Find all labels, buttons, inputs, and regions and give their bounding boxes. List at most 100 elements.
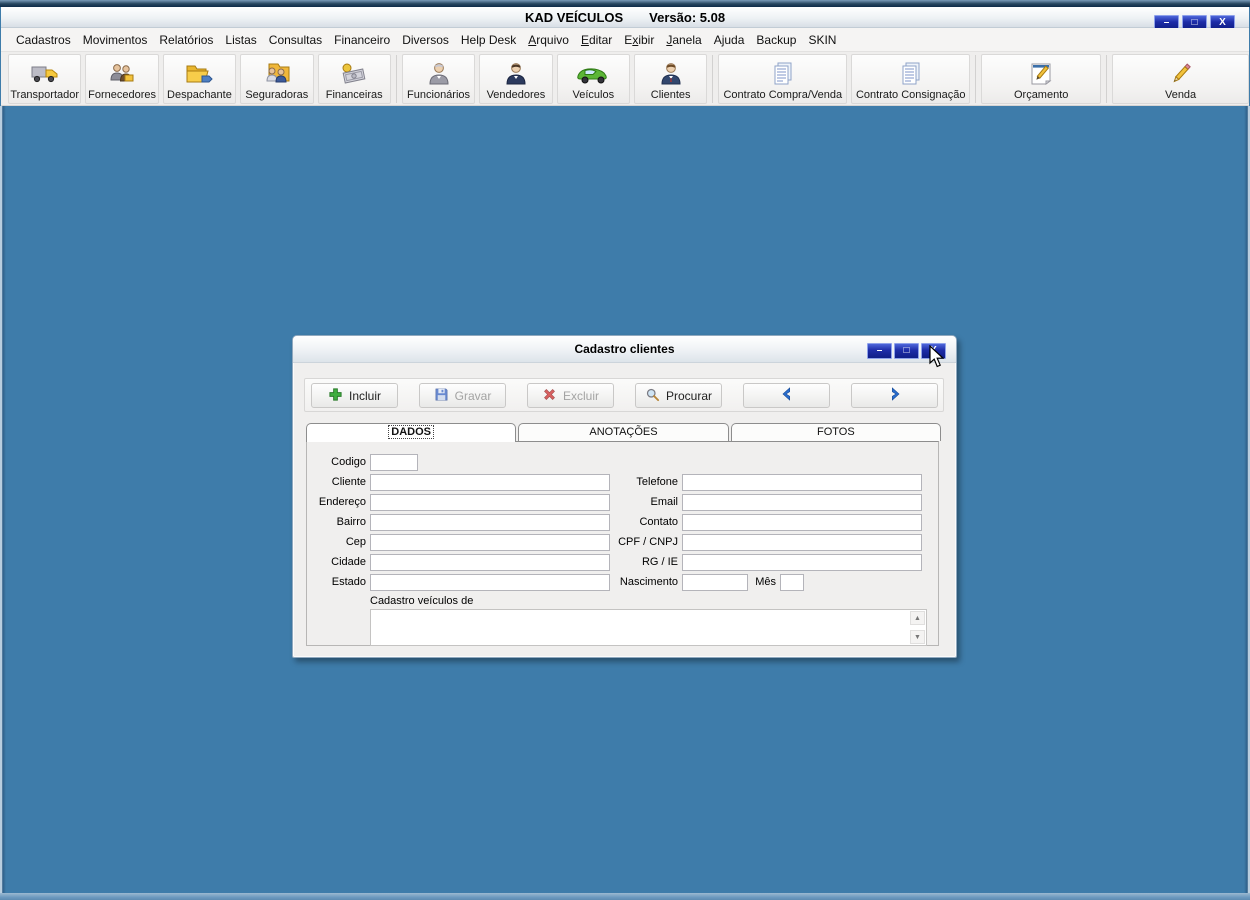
toolbar-label: Funcionários xyxy=(407,88,471,101)
nascimento-label: Nascimento xyxy=(619,576,678,588)
scroll-down-icon[interactable]: ▼ xyxy=(910,630,925,644)
estado-field[interactable] xyxy=(370,574,610,591)
mes-field[interactable] xyxy=(780,574,804,591)
rg-ie-label: RG / IE xyxy=(641,556,678,568)
dialog-close-button[interactable]: X xyxy=(921,343,946,359)
toolbar-button-veiculos[interactable]: Veículos xyxy=(556,53,630,104)
menu-item-relatorios[interactable]: Relatórios xyxy=(153,28,219,52)
toolbar-button-contrato-consignacao[interactable]: Contrato Consignação xyxy=(851,53,971,104)
dialog-toolbar: Incluir Gravar Excluir Procurar xyxy=(304,378,944,412)
toolbar-label: Clientes xyxy=(650,88,691,101)
menu-item-arquivo[interactable]: Arquivo xyxy=(522,28,575,52)
menu-item-ajuda[interactable]: Ajuda xyxy=(708,28,751,52)
dialog-controls: – □ X xyxy=(867,343,946,359)
menu-item-backup[interactable]: Backup xyxy=(750,28,802,52)
toolbar-button-seguradoras[interactable]: Seguradoras xyxy=(240,53,314,104)
email-field[interactable] xyxy=(682,494,922,511)
client-icon xyxy=(658,59,684,89)
dialog-title: Cadastro clientes xyxy=(574,342,675,356)
button-label: Incluir xyxy=(348,388,381,403)
telefone-field[interactable] xyxy=(682,474,922,491)
dialog-titlebar[interactable]: Cadastro clientes – □ X xyxy=(293,336,956,363)
application-window: KAD VEÍCULOS Versão: 5.08 – □ X Cadastros… xyxy=(0,0,1250,900)
toolbar-button-contrato-compra-venda[interactable]: Contrato Compra/Venda xyxy=(718,53,848,104)
cadastro-veiculos-label: Cadastro veículos de xyxy=(370,595,474,607)
codigo-label: Codigo xyxy=(331,456,366,468)
bairro-field[interactable] xyxy=(370,514,610,531)
toolbar-label: Vendedores xyxy=(486,88,546,101)
toolbar-button-transportador[interactable]: Transportador xyxy=(8,53,82,104)
app-version: Versão: 5.08 xyxy=(649,10,726,25)
endereco-field[interactable] xyxy=(370,494,610,511)
arrow-right-icon xyxy=(887,386,903,405)
toolbar-label: Orçamento xyxy=(1013,88,1069,101)
cliente-field[interactable] xyxy=(370,474,610,491)
toolbar-button-despachante[interactable]: Despachante xyxy=(162,53,237,104)
menu-item-editar[interactable]: Editar xyxy=(575,28,618,52)
dialog-maximize-button[interactable]: □ xyxy=(894,343,919,359)
menu-item-help-desk[interactable]: Help Desk xyxy=(455,28,522,52)
nascimento-field[interactable] xyxy=(682,574,748,591)
toolbar-button-financeiras[interactable]: Financeiras xyxy=(317,53,391,104)
car-icon xyxy=(576,59,610,89)
toolbar-button-funcionarios[interactable]: Funcionários xyxy=(401,53,476,104)
toolbar-separator xyxy=(975,54,977,103)
telefone-label: Telefone xyxy=(636,476,678,488)
menu-item-listas[interactable]: Listas xyxy=(219,28,262,52)
vehicles-memo-input[interactable] xyxy=(371,610,909,645)
menu-item-cadastros[interactable]: Cadastros xyxy=(10,28,77,52)
procurar-button[interactable]: Procurar xyxy=(635,383,722,408)
next-record-button[interactable] xyxy=(851,383,938,408)
toolbar-separator xyxy=(712,54,714,103)
finance-money-icon xyxy=(339,59,369,89)
bairro-label: Bairro xyxy=(336,516,366,528)
toolbar-button-vendedores[interactable]: Vendedores xyxy=(479,53,553,104)
endereco-label: Endereço xyxy=(318,496,366,508)
tab-anotacoes[interactable]: ANOTAÇÕES xyxy=(518,423,729,441)
cep-field[interactable] xyxy=(370,534,610,551)
scroll-up-icon[interactable]: ▲ xyxy=(910,611,925,625)
toolbar-separator xyxy=(395,54,397,103)
mes-label: Mês xyxy=(755,576,776,588)
rg-ie-field[interactable] xyxy=(682,554,922,571)
menu-item-exibir[interactable]: Exibir xyxy=(618,28,660,52)
menu-item-movimentos[interactable]: Movimentos xyxy=(77,28,154,52)
menu-item-diversos[interactable]: Diversos xyxy=(396,28,455,52)
toolbar-label: Fornecedores xyxy=(88,88,156,101)
window-frame-top xyxy=(0,0,1250,7)
window-frame-left xyxy=(0,106,6,900)
dispatch-folder-icon xyxy=(184,59,214,89)
toolbar-button-orcamento[interactable]: Orçamento xyxy=(981,53,1102,104)
button-label: Excluir xyxy=(562,388,599,403)
excluir-button[interactable]: Excluir xyxy=(527,383,614,408)
cidade-field[interactable] xyxy=(370,554,610,571)
toolbar-button-fornecedores[interactable]: Fornecedores xyxy=(85,53,159,104)
gravar-button[interactable]: Gravar xyxy=(419,383,506,408)
contato-field[interactable] xyxy=(682,514,922,531)
codigo-field[interactable] xyxy=(370,454,418,471)
dialog-tabstrip: DADOS ANOTAÇÕES FOTOS xyxy=(306,423,941,442)
menu-item-skin[interactable]: SKIN xyxy=(802,28,842,52)
toolbar-label: Contrato Compra/Venda xyxy=(723,88,843,101)
menu-item-consultas[interactable]: Consultas xyxy=(263,28,328,52)
button-label: Gravar xyxy=(454,388,492,403)
insurers-icon xyxy=(262,59,292,89)
toolbar-label: Seguradoras xyxy=(245,88,309,101)
salesman-icon xyxy=(503,59,529,89)
incluir-button[interactable]: Incluir xyxy=(311,383,398,408)
dialog-minimize-button[interactable]: – xyxy=(867,343,892,359)
cadastro-clientes-dialog: Cadastro clientes – □ X Incluir Gravar E… xyxy=(292,335,957,658)
cpf-cnpj-field[interactable] xyxy=(682,534,922,551)
toolbar-label: Financeiras xyxy=(325,88,383,101)
menu-item-financeiro[interactable]: Financeiro xyxy=(328,28,396,52)
arrow-left-icon xyxy=(779,386,795,405)
suppliers-icon xyxy=(108,59,136,89)
toolbar-button-venda[interactable]: Venda xyxy=(1112,53,1249,104)
cpf-cnpj-label: CPF / CNPJ xyxy=(618,536,678,548)
menu-bar: Cadastros Movimentos Relatórios Listas C… xyxy=(1,28,1249,52)
toolbar-button-clientes[interactable]: Clientes xyxy=(633,53,708,104)
menu-item-janela[interactable]: Janela xyxy=(660,28,707,52)
tab-dados[interactable]: DADOS xyxy=(306,423,517,442)
tab-fotos[interactable]: FOTOS xyxy=(730,423,941,441)
previous-record-button[interactable] xyxy=(743,383,830,408)
